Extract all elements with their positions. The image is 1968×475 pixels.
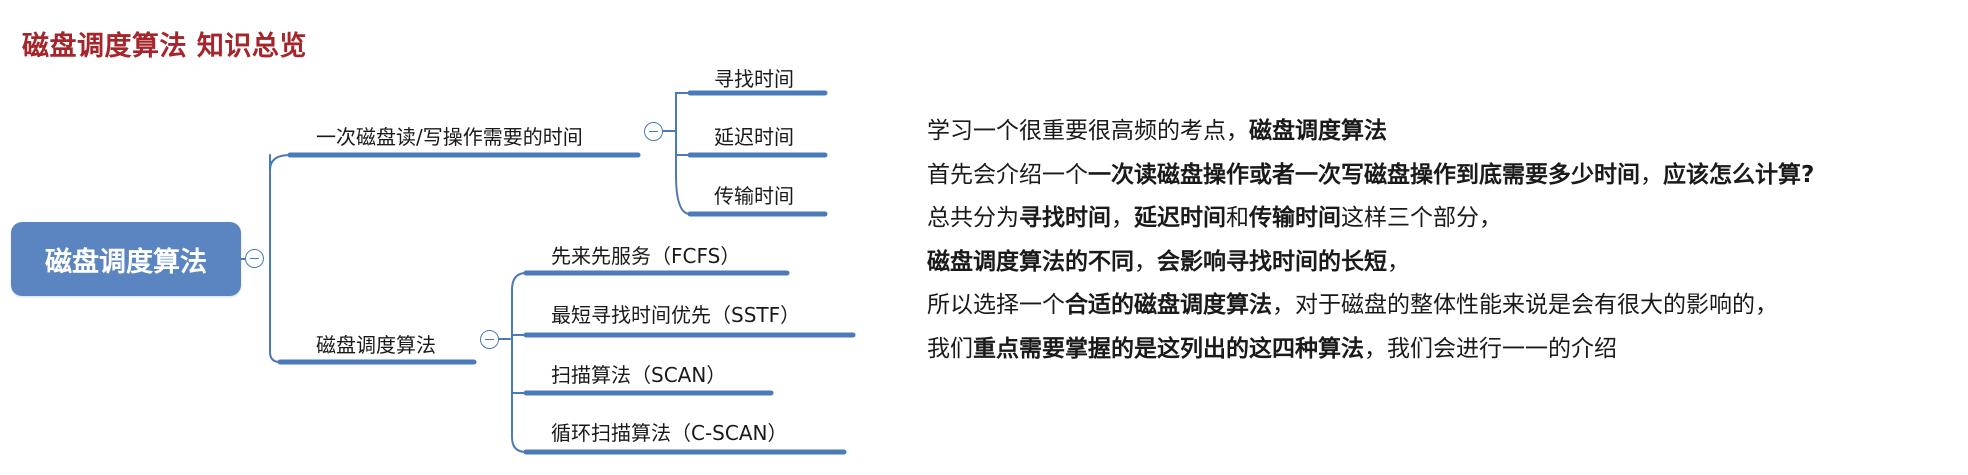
- connector-algorithms-fan: [511, 272, 527, 453]
- description-segment: ，: [1640, 161, 1663, 188]
- branch-algorithms-label[interactable]: 磁盘调度算法: [316, 329, 436, 358]
- leaf-c-scan[interactable]: 循环扫描算法（C-SCAN）: [551, 417, 787, 446]
- description-text: 学习一个很重要很高频的考点，磁盘调度算法 首先会介绍一个一次读磁盘操作或者一次写…: [927, 110, 1814, 371]
- description-line: 学习一个很重要很高频的考点，磁盘调度算法: [927, 110, 1814, 154]
- description-segment-bold: 会影响寻找时间的长短: [1157, 248, 1387, 275]
- description-segment-bold: 一次读磁盘操作或者一次写磁盘操作到底需要多少时间: [1088, 161, 1640, 188]
- connector-time-fan: [674, 92, 691, 215]
- description-line: 总共分为寻找时间，延迟时间和传输时间这样三个部分，: [927, 197, 1814, 241]
- description-segment-bold: 延迟时间: [1134, 205, 1226, 231]
- description-segment: 所以选择一个: [927, 292, 1065, 318]
- description-segment: ，我们会进行一一的介绍: [1364, 335, 1617, 362]
- leaf-scan[interactable]: 扫描算法（SCAN）: [551, 359, 726, 388]
- leaf-fcfs[interactable]: 先来先服务（FCFS）: [551, 240, 740, 269]
- description-segment-bold: 磁盘调度算法的不同: [927, 248, 1134, 275]
- leaf-transfer-time[interactable]: 传输时间: [714, 180, 794, 209]
- branch-time-label[interactable]: 一次磁盘读/写操作需要的时间: [316, 121, 583, 150]
- description-segment-bold: 寻找时间: [1019, 205, 1111, 231]
- description-segment-bold: 磁盘调度算法: [1249, 118, 1387, 144]
- description-segment-bold: 重点需要掌握的是这列出的这四种算法: [973, 335, 1364, 362]
- description-segment: ，: [1387, 248, 1410, 275]
- connector-root-spine: [269, 154, 291, 363]
- branch-time-collapse-icon[interactable]: [644, 122, 663, 141]
- description-line: 我们重点需要掌握的是这列出的这四种算法，我们会进行一一的介绍: [927, 328, 1814, 372]
- root-node[interactable]: 磁盘调度算法: [11, 222, 241, 296]
- leaf-seek-time[interactable]: 寻找时间: [714, 63, 794, 92]
- description-segment-bold: 合适的磁盘调度算法: [1065, 292, 1272, 318]
- leaf-sstf[interactable]: 最短寻找时间优先（SSTF）: [551, 299, 800, 328]
- root-node-label: 磁盘调度算法: [45, 246, 207, 278]
- description-segment-bold: 应该怎么计算?: [1663, 161, 1815, 188]
- description-segment: 我们: [927, 335, 973, 362]
- description-segment: ，对于磁盘的整体性能来说是会有很大的影响的，: [1272, 292, 1778, 318]
- leaf-rotational-delay[interactable]: 延迟时间: [714, 121, 794, 150]
- description-segment: 和: [1226, 205, 1249, 231]
- description-line: 磁盘调度算法的不同，会影响寻找时间的长短，: [927, 241, 1814, 285]
- description-segment: 总共分为: [927, 205, 1019, 231]
- description-segment: 这样三个部分，: [1341, 205, 1502, 231]
- description-segment-bold: 传输时间: [1249, 205, 1341, 231]
- description-segment: 学习一个很重要很高频的考点，: [927, 118, 1249, 144]
- description-line: 首先会介绍一个一次读磁盘操作或者一次写磁盘操作到底需要多少时间，应该怎么计算?: [927, 154, 1814, 198]
- root-collapse-icon[interactable]: [245, 249, 264, 268]
- branch-algorithms-collapse-icon[interactable]: [480, 330, 499, 349]
- description-segment: ，: [1134, 248, 1157, 275]
- description-segment: ，: [1111, 205, 1134, 231]
- description-segment: 首先会介绍一个: [927, 161, 1088, 188]
- description-line: 所以选择一个合适的磁盘调度算法，对于磁盘的整体性能来说是会有很大的影响的，: [927, 284, 1814, 328]
